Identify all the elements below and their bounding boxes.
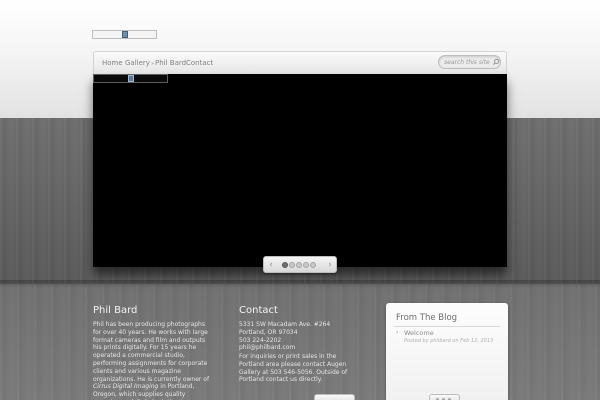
contact-details: 5331 SW Macadam Ave. #264 Portland, OR 9… — [239, 321, 349, 352]
blog-post-link[interactable]: Welcome — [404, 329, 434, 337]
contact-email[interactable]: phil@philbard.com — [239, 344, 349, 352]
nav-item-gallery[interactable]: Gallery» — [125, 59, 154, 67]
about-bio: Phil has been producing photographs for … — [93, 321, 211, 400]
contact-phone: 503 224-2202 — [239, 336, 282, 344]
slider-next-arrow-icon[interactable]: › — [325, 259, 335, 271]
slide-image-placeholder — [93, 74, 168, 83]
dropdown-arrow-icon: » — [150, 61, 154, 67]
contact-title: Contact — [239, 305, 278, 316]
broken-image-icon — [122, 31, 128, 38]
contact-address-line1: 5331 SW Macadam Ave. #264 — [239, 321, 331, 328]
blog-divider — [394, 326, 500, 327]
content-shadow — [0, 280, 600, 288]
blog-widget: From The Blog › Welcome Posted by philba… — [386, 303, 508, 400]
about-title: Phil Bard — [93, 305, 138, 316]
search-input[interactable] — [444, 58, 490, 67]
search-box — [438, 55, 501, 69]
search-icon[interactable] — [492, 58, 500, 66]
slider-controls: ‹ › — [263, 256, 337, 273]
nav-item-home[interactable]: Home — [102, 59, 123, 67]
contact-button-partial[interactable] — [314, 394, 355, 400]
blog-pager-partial[interactable] — [429, 394, 460, 400]
slider-dot[interactable] — [303, 262, 309, 268]
blog-title: From The Blog — [396, 313, 458, 323]
about-bio-text: Phil has been producing photographs for … — [93, 321, 210, 383]
slider-prev-arrow-icon[interactable]: ‹ — [266, 259, 276, 271]
blog-post-meta: Posted by philbard on Feb 12, 2013 — [404, 338, 494, 344]
contact-address-line2: Portland, OR 97034 — [239, 328, 298, 336]
slider-dot[interactable] — [296, 262, 302, 268]
nav-item-gallery-label: Gallery — [125, 59, 150, 67]
slider-dot[interactable] — [310, 262, 316, 268]
broken-image-icon — [128, 75, 134, 82]
slider-dot[interactable] — [282, 262, 288, 268]
contact-note: For inquiries or print sales in the Port… — [239, 353, 348, 384]
site-logo[interactable] — [92, 30, 157, 39]
image-slider[interactable] — [93, 74, 507, 267]
slider-dot[interactable] — [289, 262, 295, 268]
chevron-right-icon: › — [396, 329, 399, 336]
nav-item-contact[interactable]: Contact — [186, 59, 213, 67]
nav-item-phil-bard[interactable]: Phil Bard — [155, 59, 186, 67]
about-bio-company: Cirrus Digital Imaging — [93, 383, 159, 391]
